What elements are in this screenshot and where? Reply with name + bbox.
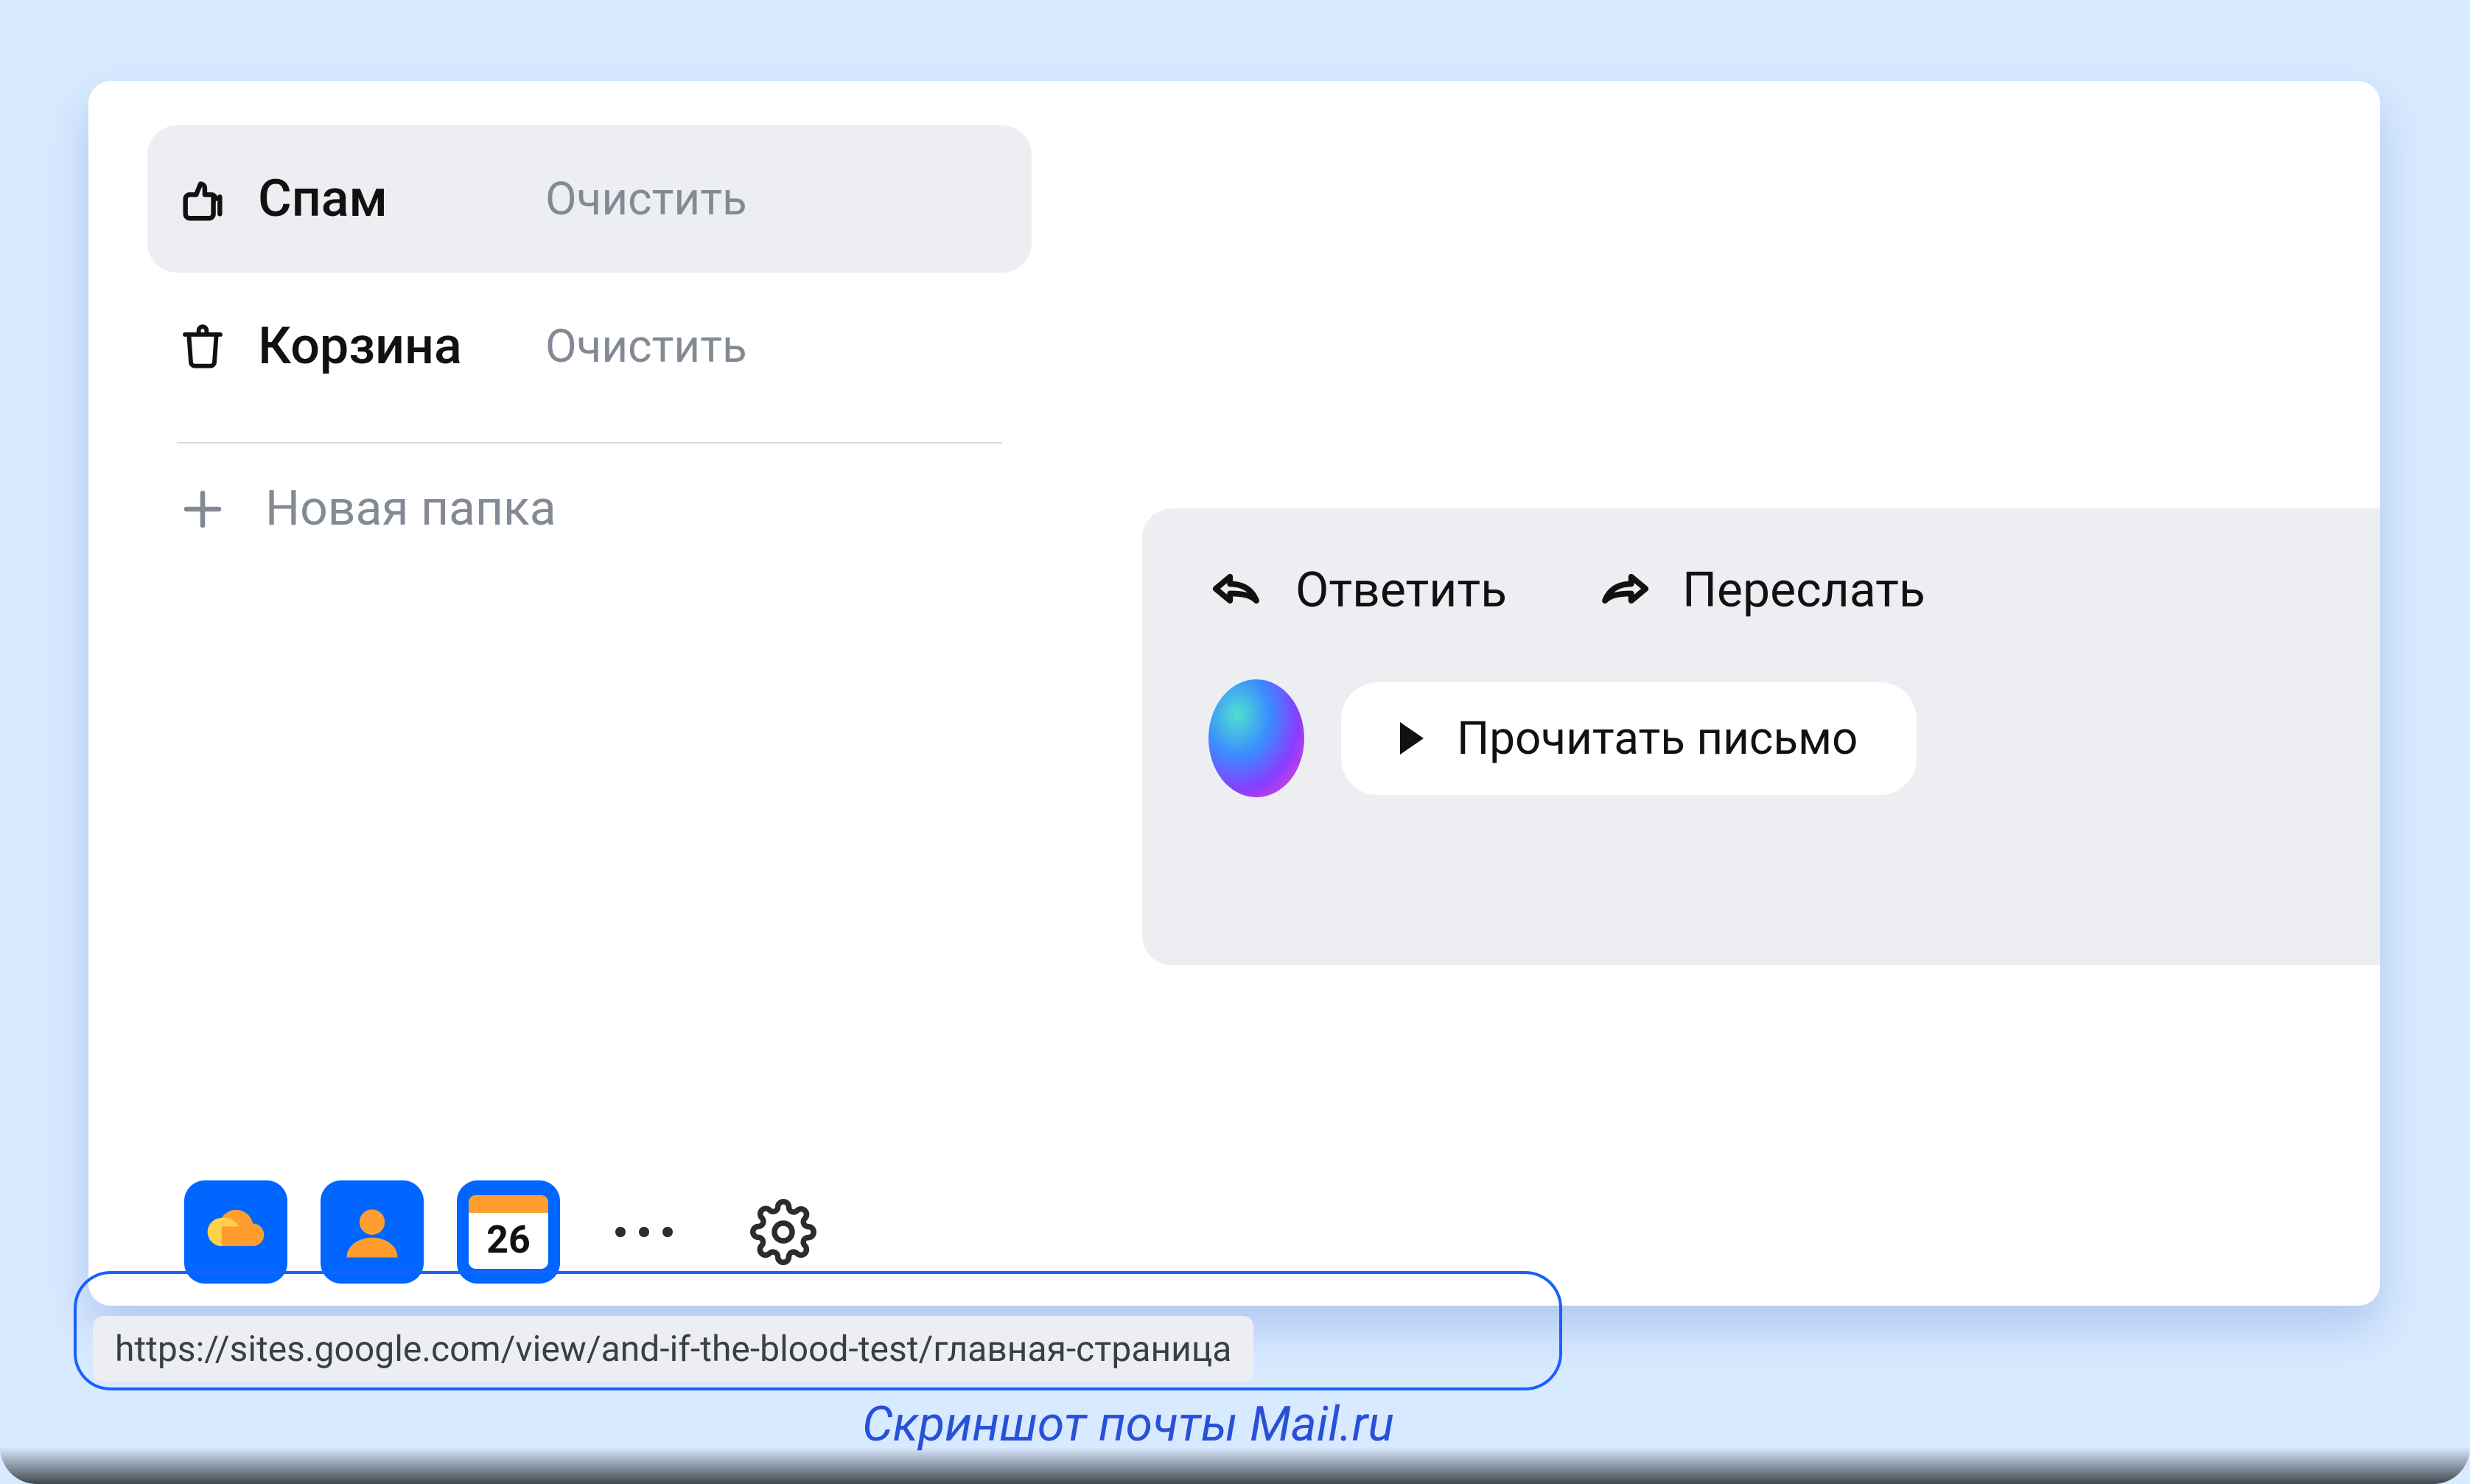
dot-icon [662, 1227, 673, 1237]
cloud-app-icon[interactable] [184, 1180, 287, 1284]
folder-label: Спам [258, 169, 516, 229]
dot-icon [615, 1227, 626, 1237]
clear-trash-action[interactable]: Очистить [545, 320, 747, 374]
url-annotation-box: https://sites.google.com/view/and-if-the… [74, 1271, 1562, 1390]
calendar-app-icon[interactable]: 26 [457, 1180, 560, 1284]
sidebar-item-spam[interactable]: Спам Очистить [147, 125, 1032, 273]
clear-spam-action[interactable]: Очистить [545, 172, 747, 226]
reply-label: Ответить [1295, 562, 1507, 619]
plus-icon [177, 483, 228, 535]
bottom-shadow [0, 1447, 2470, 1484]
forward-button[interactable]: Переслать [1595, 560, 1925, 620]
calendar-day: 26 [469, 1217, 548, 1262]
forward-label: Переслать [1682, 562, 1925, 619]
status-bar-url: https://sites.google.com/view/and-if-the… [93, 1316, 1253, 1382]
image-caption: Скриншот почты Mail.ru [862, 1396, 1394, 1453]
dot-icon [639, 1227, 649, 1237]
trash-icon [177, 321, 228, 372]
contacts-app-icon[interactable] [321, 1180, 424, 1284]
actions-row: Ответить Переслать [1208, 560, 2314, 620]
assistant-orb-icon[interactable] [1208, 679, 1304, 797]
mail-app-card: Спам Очистить Корзина Очистить Новая пап [88, 81, 2380, 1306]
new-folder-label: Новая папка [265, 480, 556, 537]
voice-row: Прочитать письмо [1208, 679, 2314, 797]
thumbs-down-icon [177, 173, 228, 225]
new-folder-button[interactable]: Новая папка [147, 444, 1032, 537]
read-aloud-label: Прочитать письмо [1457, 712, 1858, 766]
reply-button[interactable]: Ответить [1208, 560, 1507, 620]
folder-sidebar: Спам Очистить Корзина Очистить Новая пап [147, 125, 1032, 537]
sidebar-item-trash[interactable]: Корзина Очистить [147, 273, 1032, 420]
folder-label: Корзина [258, 316, 516, 377]
play-icon [1400, 722, 1424, 755]
settings-button[interactable] [750, 1199, 816, 1265]
read-aloud-button[interactable]: Прочитать письмо [1341, 682, 1917, 795]
forward-icon [1595, 560, 1653, 620]
more-apps-button[interactable] [615, 1227, 673, 1237]
message-actions-panel: Ответить Переслать Прочитать письмо [1142, 508, 2380, 965]
reply-icon [1208, 560, 1266, 620]
